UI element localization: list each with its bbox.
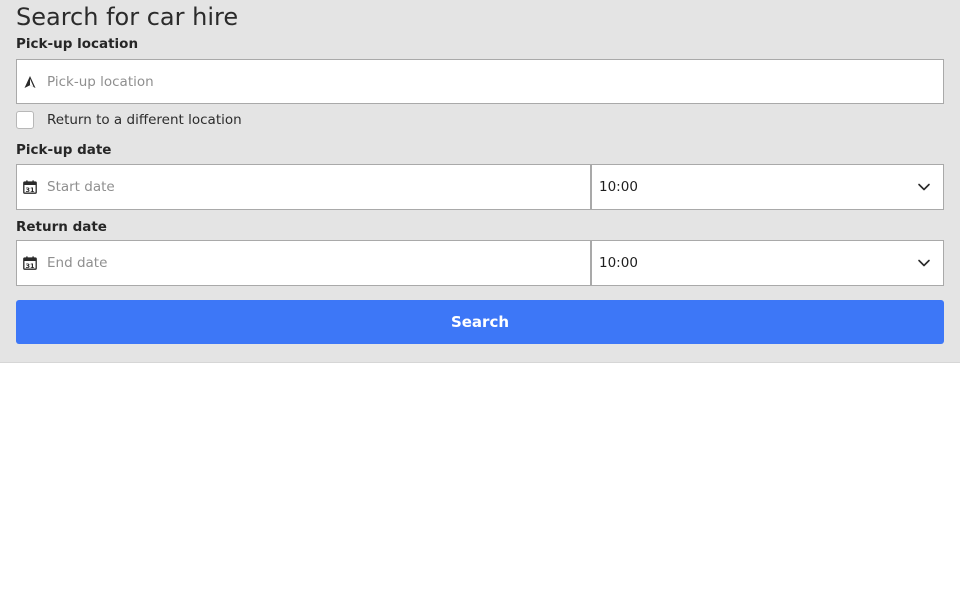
pickup-date-field[interactable]: 31 [16, 164, 591, 210]
page-title: Search for car hire [16, 3, 239, 31]
return-time-select[interactable]: 10:00 [591, 240, 944, 286]
chevron-down-icon [918, 183, 930, 191]
pickup-time-select[interactable]: 10:00 [591, 164, 944, 210]
different-location-checkbox[interactable] [16, 111, 34, 129]
pickup-location-input[interactable] [47, 60, 937, 103]
chevron-down-icon [918, 259, 930, 267]
car-hire-search-panel: Search for car hire Pick-up location Ret… [0, 0, 960, 363]
svg-text:31: 31 [25, 262, 35, 270]
calendar-icon: 31 [23, 180, 37, 194]
end-date-input[interactable] [47, 241, 584, 285]
pickup-location-field[interactable] [16, 59, 944, 104]
svg-text:31: 31 [25, 186, 35, 194]
search-button[interactable]: Search [16, 300, 944, 344]
pickup-time-value: 10:00 [599, 179, 638, 195]
start-date-input[interactable] [47, 165, 584, 209]
location-arrow-icon [24, 75, 36, 88]
calendar-icon: 31 [23, 256, 37, 270]
return-time-value: 10:00 [599, 255, 638, 271]
different-location-label: Return to a different location [47, 112, 242, 128]
pickup-location-label: Pick-up location [16, 36, 139, 52]
different-location-toggle[interactable]: Return to a different location [16, 110, 242, 130]
pickup-date-label: Pick-up date [16, 142, 112, 158]
return-date-field[interactable]: 31 [16, 240, 591, 286]
return-date-label: Return date [16, 219, 107, 235]
